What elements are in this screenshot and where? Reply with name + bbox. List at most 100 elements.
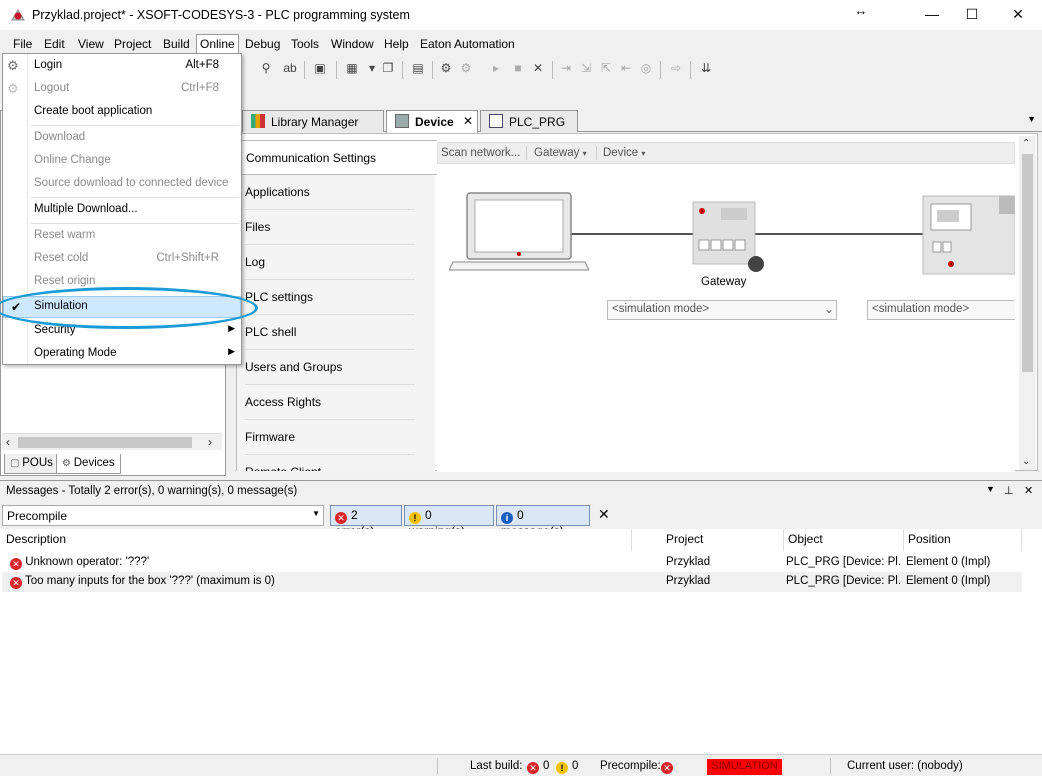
column-position[interactable]: Position (904, 529, 1022, 551)
pane-menu-icon[interactable]: ▼ (986, 484, 995, 494)
menu-bar: File Edit View Project Build Online Debu… (0, 34, 1042, 54)
tab-pous[interactable]: ▢ POUs (4, 454, 59, 474)
menu-online[interactable]: Online (196, 34, 239, 54)
column-project[interactable]: Project (662, 529, 784, 551)
menu-item-reset-warm[interactable]: Reset warm (3, 225, 241, 247)
add-object-icon[interactable]: ▦ (344, 61, 360, 77)
messages-filter-toggle[interactable]: i0 message(s) (496, 505, 590, 538)
menu-view[interactable]: View (78, 37, 104, 51)
new-object-icon[interactable]: ❐ (380, 61, 396, 77)
login-icon[interactable]: ⚙ (438, 61, 454, 77)
main-toolbar: ⚲ ab ▣ ▦ ▾ ❐ ▤ ⚙ ⚙ ▸ ■ ✕ ⇥ ⇲ ⇱ ⇤ ◎ ⇨ ⇊ (240, 58, 740, 82)
tab-devices[interactable]: ⚙ Devices (56, 454, 121, 474)
menu-item-operating-mode[interactable]: Operating Mode ▶ (3, 343, 241, 365)
device-toolbar: Scan network... Gateway ▾ Device ▾ (437, 142, 1015, 164)
error-icon: ✕ (527, 762, 539, 774)
menu-item-source-download[interactable]: Source download to connected device (3, 173, 241, 195)
close-tab-icon[interactable]: ✕ (463, 114, 473, 128)
scroll-right-icon[interactable]: › (208, 435, 212, 449)
errors-filter-toggle[interactable]: ✕2 error(s) (330, 505, 402, 538)
run-to-cursor-icon[interactable]: ⇤ (618, 61, 634, 77)
nav-plc-settings[interactable]: PLC settings (245, 280, 415, 315)
menu-project[interactable]: Project (114, 37, 151, 51)
precompile-error-icon: ✕ (661, 762, 673, 774)
nav-firmware[interactable]: Firmware (245, 420, 415, 455)
menu-item-online-change[interactable]: Online Change (3, 150, 241, 172)
scrollbar-thumb[interactable] (1022, 154, 1033, 372)
breakpoint-icon[interactable]: ◎ (638, 61, 654, 77)
stop-icon[interactable]: ■ (510, 61, 526, 77)
set-next-icon[interactable]: ⇨ (668, 61, 684, 77)
scan-network-button[interactable]: Scan network... (441, 147, 520, 159)
scrollbar-thumb[interactable] (18, 437, 192, 448)
menu-tools[interactable]: Tools (291, 37, 319, 51)
menu-debug[interactable]: Debug (245, 37, 280, 51)
menu-item-download[interactable]: Download (3, 127, 241, 149)
tab-library-manager[interactable]: Library Manager (242, 110, 384, 132)
tab-plc-prg[interactable]: PLC_PRG (480, 110, 578, 132)
replace-icon[interactable]: ab (282, 61, 298, 77)
menu-item-reset-cold[interactable]: Reset cold Ctrl+Shift+R (3, 248, 241, 270)
tab-device[interactable]: Device ✕ (386, 110, 478, 133)
column-object[interactable]: Object (784, 529, 904, 551)
nav-log[interactable]: Log (245, 245, 415, 280)
column-description[interactable]: Description (2, 529, 632, 551)
menu-item-login[interactable]: ⚙ Login Alt+F8 (3, 55, 241, 77)
step-into-icon[interactable]: ⇲ (578, 61, 594, 77)
menu-item-logout[interactable]: ⚙ Logout Ctrl+F8 (3, 78, 241, 100)
warning-icon: ! (409, 512, 421, 524)
menu-eaton-automation[interactable]: Eaton Automation (420, 37, 515, 51)
submenu-arrow-icon: ▶ (228, 346, 235, 356)
nav-files[interactable]: Files (245, 210, 415, 245)
menu-edit[interactable]: Edit (44, 37, 65, 51)
step-out-icon[interactable]: ⇱ (598, 61, 614, 77)
maximize-button[interactable]: ☐ (962, 6, 982, 23)
device-menu[interactable]: Device ▾ (603, 147, 645, 159)
vertical-scrollbar[interactable]: ⌃ ⌄ (1019, 136, 1036, 470)
horizontal-scrollbar[interactable]: ‹ › (2, 433, 222, 450)
minimize-button[interactable]: — (922, 6, 942, 22)
pou-icon: ▢ (10, 458, 23, 469)
tab-list-dropdown-icon[interactable]: ▼ (1027, 114, 1036, 124)
nav-communication-settings[interactable]: Communication Settings (237, 140, 437, 175)
nav-applications[interactable]: Applications (245, 175, 415, 210)
nav-plc-shell[interactable]: PLC shell (245, 315, 415, 350)
find-icon[interactable]: ⚲ (258, 61, 274, 77)
resize-icon: ↔ (854, 3, 868, 18)
step-over-icon[interactable]: ⇥ (558, 61, 574, 77)
logout-icon[interactable]: ⚙ (458, 61, 474, 77)
menu-file[interactable]: File (13, 37, 32, 51)
scroll-down-icon[interactable]: ⌄ (1022, 456, 1030, 467)
close-pane-icon[interactable]: ✕ (1024, 484, 1033, 497)
menu-build[interactable]: Build (163, 37, 190, 51)
scroll-left-icon[interactable]: ‹ (6, 435, 10, 449)
reset-icon[interactable]: ✕ (530, 61, 546, 77)
device-combo[interactable]: <simulation mode> (867, 300, 1015, 320)
window-icon[interactable]: ▣ (312, 61, 328, 77)
nav-access-rights[interactable]: Access Rights (245, 385, 415, 420)
build-icon[interactable]: ▤ (410, 61, 426, 77)
warnings-filter-toggle[interactable]: !0 warning(s) (404, 505, 494, 538)
message-source-select[interactable]: Precompile ▼ (2, 505, 324, 526)
table-row[interactable]: ✕ Too many inputs for the box '???' (max… (2, 572, 1022, 592)
menu-help[interactable]: Help (384, 37, 409, 51)
table-row[interactable]: ✕ Unknown operator: '???' Przyklad PLC_P… (2, 553, 1022, 573)
dropdown-arrow-icon[interactable]: ▾ (364, 61, 380, 77)
menu-window[interactable]: Window (331, 37, 374, 51)
menu-item-create-boot-application[interactable]: Create boot application (3, 101, 241, 123)
scroll-up-icon[interactable]: ⌃ (1022, 138, 1030, 149)
gateway-menu[interactable]: Gateway ▾ (534, 147, 587, 159)
logout-gear-icon: ⚙ (7, 81, 19, 96)
pin-icon[interactable]: ⊥ (1004, 484, 1014, 497)
library-icon (251, 114, 265, 128)
close-window-button[interactable]: ✕ (1008, 6, 1028, 23)
nav-users-and-groups[interactable]: Users and Groups (245, 350, 415, 385)
write-values-icon[interactable]: ⇊ (698, 61, 714, 77)
gateway-combo[interactable]: <simulation mode> ⌄ (607, 300, 837, 320)
start-icon[interactable]: ▸ (488, 61, 504, 77)
login-gear-icon: ⚙ (7, 58, 19, 73)
nav-remote-client[interactable]: Remote Client (245, 455, 415, 471)
menu-item-multiple-download[interactable]: Multiple Download... (3, 199, 241, 221)
clear-messages-icon[interactable]: ✕ (598, 506, 610, 523)
left-pane-tabs: ▢ POUs ⚙ Devices (2, 452, 224, 474)
